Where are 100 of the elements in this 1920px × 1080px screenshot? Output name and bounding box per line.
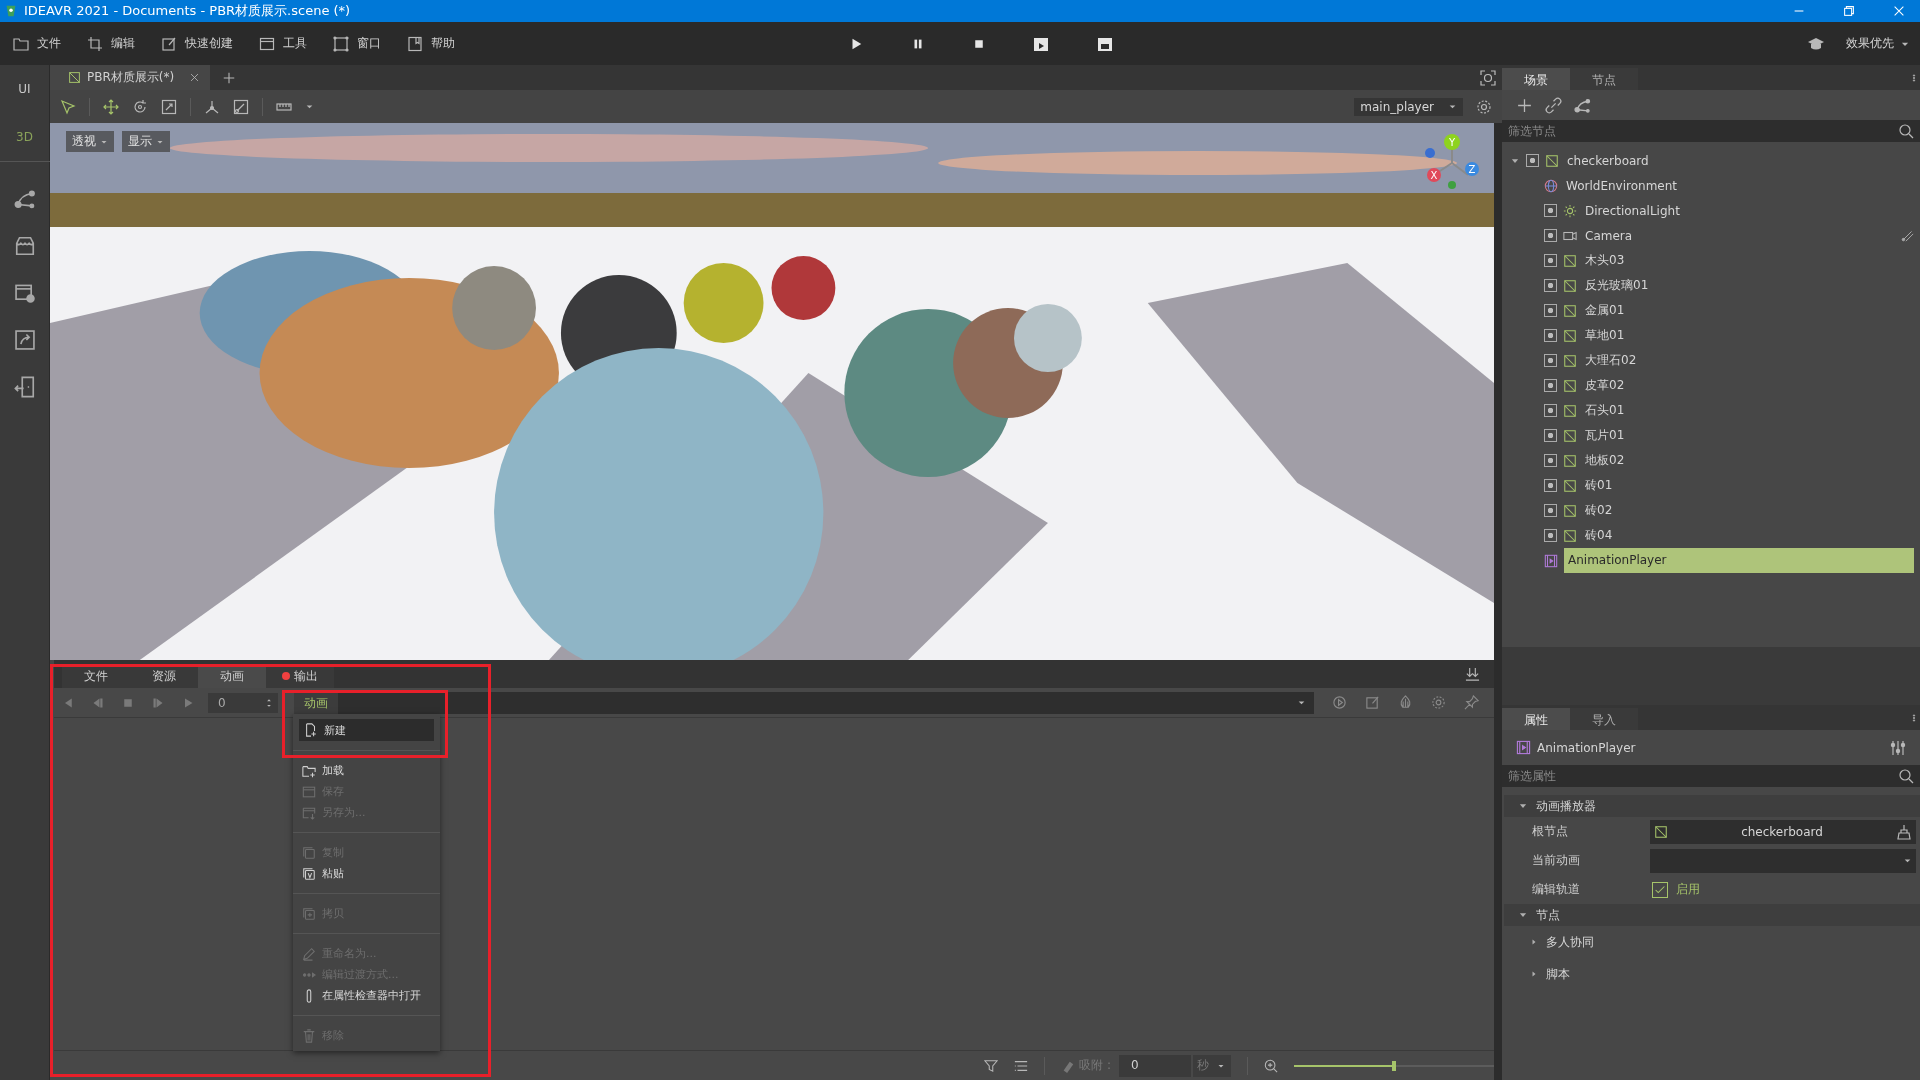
list-icon[interactable] (1014, 1058, 1029, 1073)
tree-item[interactable]: 大理石02 (1583, 350, 1639, 371)
link-icon[interactable] (1545, 96, 1562, 114)
scene-tab[interactable]: PBR材质展示(*) (50, 65, 210, 90)
tree-item[interactable]: 砖04 (1583, 525, 1615, 546)
scale-icon[interactable] (161, 98, 177, 115)
settings-icon[interactable] (1476, 98, 1492, 115)
mortarboard-icon[interactable] (1808, 35, 1824, 52)
quality-dropdown[interactable]: 效果优先 (1846, 35, 1910, 52)
share-icon[interactable] (13, 329, 36, 351)
tree-item[interactable]: 石头01 (1583, 400, 1627, 421)
store-icon[interactable] (13, 235, 36, 257)
menu-item[interactable]: 快速创建 (161, 35, 233, 52)
visibility-toggle[interactable] (1544, 279, 1557, 292)
menu-item[interactable]: 编辑 (87, 35, 135, 52)
add-tab-icon[interactable] (222, 70, 236, 85)
stop-icon[interactable] (973, 37, 985, 50)
restore-icon[interactable] (1842, 4, 1856, 18)
tree-item[interactable]: 金属01 (1583, 300, 1627, 321)
download-icon[interactable] (1465, 666, 1480, 682)
clapperboard-icon[interactable] (1097, 35, 1113, 52)
visibility-toggle[interactable] (1544, 379, 1557, 392)
slider-thumb[interactable] (1392, 1060, 1396, 1071)
filter-icon[interactable] (984, 1058, 999, 1073)
node-path-field[interactable]: checkerboard (1650, 819, 1916, 844)
visibility-toggle[interactable] (1544, 504, 1557, 517)
dock-tab[interactable]: 导入 (1570, 708, 1638, 730)
filter-field[interactable]: 筛选属性 (1502, 765, 1920, 787)
visibility-toggle[interactable] (1544, 229, 1557, 242)
visibility-toggle[interactable] (1544, 329, 1557, 342)
menu-item[interactable]: 新建 (299, 719, 434, 741)
pivot-icon[interactable] (204, 98, 220, 115)
view-menu-button[interactable]: 显示 (122, 131, 170, 152)
visibility-toggle[interactable] (1544, 454, 1557, 467)
tune-icon[interactable] (1890, 739, 1906, 756)
tree-item[interactable]: 草地01 (1583, 325, 1627, 346)
autoplay-icon[interactable] (1332, 695, 1347, 710)
rotate-icon[interactable] (132, 98, 148, 115)
menu-item[interactable]: 文件 (13, 35, 61, 52)
tree-item[interactable]: DirectionalLight (1583, 201, 1682, 220)
settings-icon[interactable] (1431, 695, 1446, 710)
checkbox[interactable] (1652, 881, 1668, 898)
clear-icon[interactable] (1896, 823, 1912, 840)
tree-item[interactable]: Camera (1583, 226, 1635, 245)
view-menu-button[interactable]: 透视 (66, 131, 114, 152)
visibility-toggle[interactable] (1544, 429, 1557, 442)
move-icon[interactable] (103, 98, 119, 115)
filter-field[interactable]: 筛选节点 (1502, 120, 1920, 142)
path-icon[interactable] (1901, 229, 1914, 242)
tree-item[interactable]: AnimationPlayer (1564, 548, 1914, 573)
camera-dropdown[interactable]: main_player (1354, 97, 1463, 116)
menu-item[interactable]: 帮助 (407, 35, 455, 52)
dock-tab[interactable]: 场景 (1502, 68, 1570, 90)
mode-tab[interactable]: UI (0, 65, 50, 113)
window-gear-icon[interactable] (13, 282, 36, 304)
menu-item[interactable]: 在属性检查器中打开 (297, 985, 436, 1006)
visibility-toggle[interactable] (1544, 479, 1557, 492)
menu-item[interactable]: 窗口 (333, 35, 381, 52)
menu-item[interactable]: 粘贴 (297, 863, 436, 884)
subsection-header[interactable]: 多人协同 (1546, 933, 1594, 951)
collapse-arrow-icon[interactable] (1530, 969, 1538, 979)
visibility-toggle[interactable] (1544, 254, 1557, 267)
close-icon[interactable] (189, 72, 200, 83)
focus-icon[interactable] (1480, 69, 1496, 86)
visibility-toggle[interactable] (1544, 304, 1557, 317)
mode-tab[interactable]: 3D (0, 113, 50, 161)
scene-branch-icon[interactable] (1574, 96, 1591, 114)
node-graph-icon[interactable] (13, 188, 36, 210)
tree-item[interactable]: WorldEnvironment (1564, 176, 1679, 195)
visibility-toggle[interactable] (1526, 154, 1539, 167)
add-icon[interactable] (1516, 96, 1533, 114)
tree-item[interactable]: 瓦片01 (1583, 425, 1627, 446)
dock-tab[interactable]: 属性 (1502, 708, 1570, 730)
tree-item[interactable]: 反光玻璃01 (1583, 275, 1651, 296)
tree-item[interactable]: 砖02 (1583, 500, 1615, 521)
menu-item[interactable]: 加载 (297, 760, 436, 781)
snap-icon[interactable] (233, 98, 249, 115)
section-header[interactable]: 节点 (1536, 906, 1560, 924)
tree-item[interactable]: 皮革02 (1583, 375, 1627, 396)
clapperboard-icon[interactable] (1033, 35, 1049, 52)
frame-field[interactable]: 0 (208, 692, 278, 713)
collapse-arrow-icon[interactable] (1530, 937, 1538, 947)
dock-tab[interactable]: 节点 (1570, 68, 1638, 90)
visibility-toggle[interactable] (1544, 204, 1557, 217)
axis-gizmo[interactable]: Y X Z (1425, 134, 1479, 189)
tree-item[interactable]: 地板02 (1583, 450, 1627, 471)
tree-item[interactable]: 砖01 (1583, 475, 1615, 496)
exit-icon[interactable] (13, 376, 36, 398)
zoom-in-icon[interactable] (1264, 1058, 1278, 1073)
select-icon[interactable] (60, 98, 76, 115)
caret-icon[interactable] (305, 102, 314, 111)
section-header[interactable]: 动画播放器 (1536, 797, 1596, 815)
tree-item[interactable]: 木头03 (1583, 250, 1627, 271)
subsection-header[interactable]: 脚本 (1546, 965, 1570, 983)
snap-field[interactable]: 0 (1119, 1054, 1191, 1077)
visibility-toggle[interactable] (1544, 354, 1557, 367)
menu-item[interactable]: 工具 (259, 35, 307, 52)
onion-icon[interactable] (1398, 695, 1413, 710)
close-icon[interactable] (1892, 4, 1906, 18)
visibility-toggle[interactable] (1544, 529, 1557, 542)
